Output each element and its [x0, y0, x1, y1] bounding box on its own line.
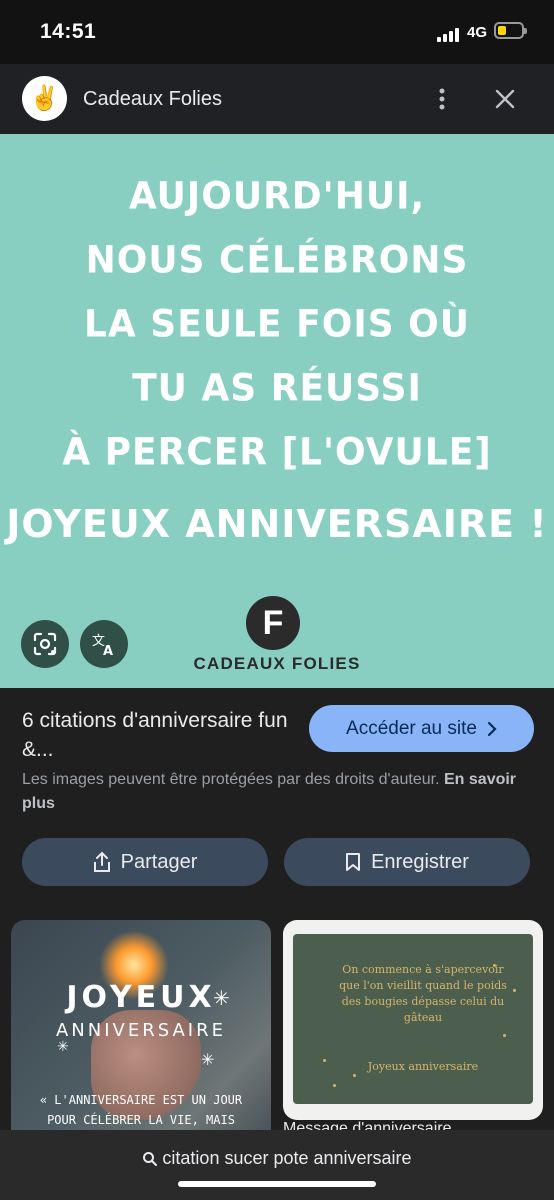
copyright-notice: Les images peuvent être protégées par de… — [22, 768, 537, 816]
card-panel: On commence à s'apercevoir que l'on viei… — [293, 934, 533, 1104]
home-indicator[interactable] — [178, 1181, 376, 1187]
image-headline: JOYEUX ANNIVERSAIRE ! — [6, 502, 548, 546]
search-query[interactable]: citation sucer pote anniversaire — [0, 1148, 554, 1169]
result-info: 6 citations d'anniversaire fun &... Accé… — [0, 688, 554, 1200]
share-label: Partager — [120, 850, 198, 873]
close-icon[interactable] — [492, 86, 518, 112]
site-name[interactable]: Cadeaux Folies — [83, 88, 222, 111]
battery-icon — [494, 22, 527, 39]
more-options-icon[interactable] — [430, 86, 454, 112]
search-bar[interactable]: citation sucer pote anniversaire — [0, 1130, 554, 1200]
save-button[interactable]: Enregistrer — [284, 838, 530, 886]
svg-text:A: A — [103, 644, 113, 657]
result-title[interactable]: 6 citations d'anniversaire fun &... — [22, 706, 292, 764]
image-quote: AUJOURD'HUI, NOUS CÉLÉBRONS LA SEULE FOI… — [62, 174, 492, 475]
related-1-title: JOYEUX — [66, 980, 216, 1015]
main-image[interactable]: AUJOURD'HUI, NOUS CÉLÉBRONS LA SEULE FOI… — [0, 134, 554, 688]
chevron-right-icon — [487, 721, 497, 736]
related-image-2[interactable]: On commence à s'apercevoir que l'on viei… — [283, 920, 543, 1120]
star-icon: ✳ — [57, 1038, 69, 1054]
visit-site-button[interactable]: Accéder au site — [309, 705, 534, 752]
translate-button[interactable]: 文A — [80, 620, 128, 668]
visit-site-label: Accéder au site — [346, 717, 477, 739]
related-1-subtitle: ANNIVERSAIRE — [55, 1020, 226, 1041]
copyright-text: Les images peuvent être protégées par de… — [22, 771, 440, 788]
brand-logo: F — [246, 596, 300, 650]
viewer-header: ✌️ Cadeaux Folies — [0, 64, 554, 134]
translate-icon: 文A — [92, 634, 113, 657]
star-icon: ✳ — [213, 988, 230, 1010]
related-1-quote: « L'ANNIVERSAIRE EST UN JOUR POUR CÉLÉBR… — [39, 1093, 243, 1127]
save-label: Enregistrer — [371, 850, 469, 873]
signal-icon — [437, 26, 463, 42]
related-2-wish: Joyeux anniversaire — [367, 1060, 479, 1073]
share-icon — [93, 851, 110, 872]
lens-icon — [33, 632, 57, 656]
search-query-text: citation sucer pote anniversaire — [162, 1148, 412, 1168]
site-logo[interactable]: ✌️ — [22, 76, 67, 121]
star-icon: ✳ — [201, 1052, 215, 1069]
status-time: 14:51 — [40, 20, 97, 43]
search-icon — [143, 1151, 158, 1166]
network-type: 4G — [467, 24, 488, 41]
share-button[interactable]: Partager — [22, 838, 268, 886]
bookmark-icon — [346, 853, 361, 871]
status-bar: 14:51 4G — [0, 0, 554, 64]
related-2-quote: On commence à s'apercevoir que l'on viei… — [339, 963, 507, 1024]
lens-button[interactable] — [21, 620, 69, 668]
